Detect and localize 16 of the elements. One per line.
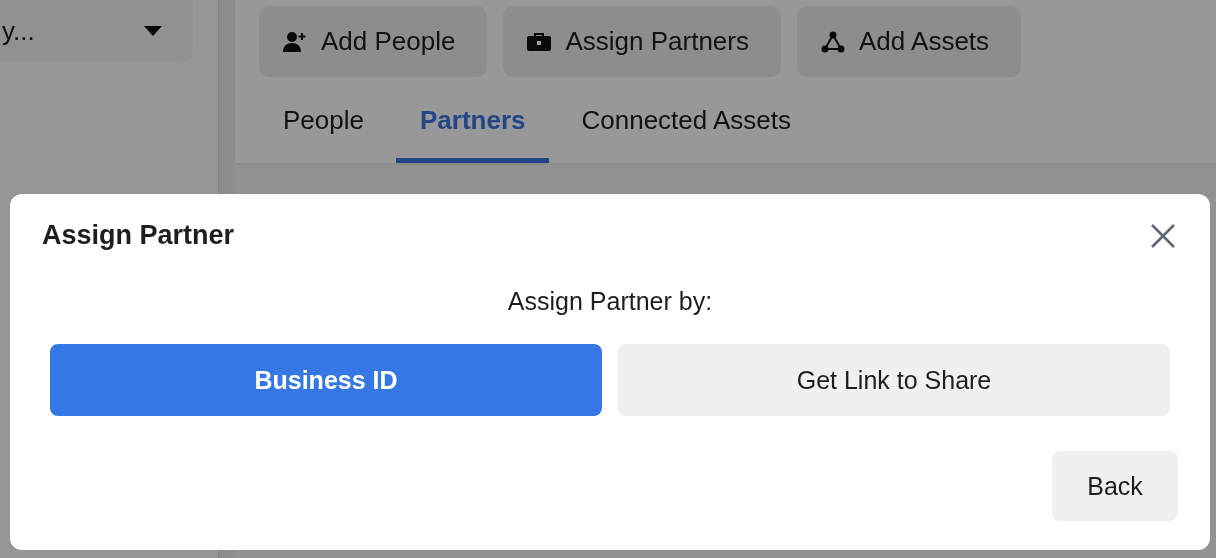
dialog-prompt: Assign Partner by: — [506, 287, 714, 316]
briefcase-icon — [527, 31, 552, 52]
toolbar-button[interactable]: Add Assets — [797, 6, 1022, 77]
nodes-icon — [821, 30, 845, 53]
close-icon[interactable] — [1150, 222, 1176, 249]
toolbar-button[interactable]: Assign Partners — [503, 6, 781, 77]
sort-dropdown[interactable]: y... — [0, 0, 193, 62]
toolbar-button[interactable]: Add People — [259, 6, 488, 77]
back-button[interactable]: Back — [1052, 451, 1178, 521]
person-add-icon — [283, 30, 307, 53]
caret-icon — [143, 25, 163, 37]
option-button[interactable]: Get Link to Share — [618, 344, 1170, 416]
tab[interactable]: Connected Assets — [557, 95, 816, 163]
option-button[interactable]: Business ID — [50, 344, 602, 416]
tab[interactable]: People — [259, 95, 388, 163]
dialog-title: Assign Partner — [42, 220, 235, 251]
